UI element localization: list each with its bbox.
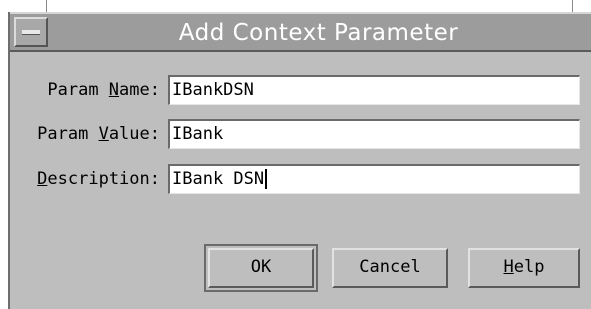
description-input[interactable]: IBank DSN: [168, 164, 580, 194]
add-context-parameter-dialog: Add Context Parameter Param Name: IBankD…: [8, 12, 591, 309]
divider: [46, 0, 47, 12]
param-value-row: Param Value: IBank: [10, 117, 591, 151]
param-value-label: Param Value:: [37, 124, 160, 144]
description-row: Description: IBank DSN: [10, 162, 591, 196]
window-menu-button[interactable]: [14, 17, 48, 47]
text-cursor: [265, 169, 268, 189]
background-strip: [0, 0, 591, 12]
window-menu-icon: [22, 30, 40, 35]
help-button[interactable]: Help: [468, 248, 580, 288]
title-bar[interactable]: Add Context Parameter: [10, 12, 591, 52]
ok-button[interactable]: OK: [204, 244, 318, 292]
divider: [572, 0, 573, 12]
cancel-button[interactable]: Cancel: [332, 248, 448, 288]
dialog-title: Add Context Parameter: [178, 20, 459, 46]
param-value-input[interactable]: IBank: [168, 119, 580, 149]
param-name-input[interactable]: IBankDSN: [168, 75, 580, 105]
description-label: Description:: [37, 169, 160, 189]
param-name-label: Param Name:: [47, 80, 160, 100]
param-name-row: Param Name: IBankDSN: [10, 73, 591, 107]
